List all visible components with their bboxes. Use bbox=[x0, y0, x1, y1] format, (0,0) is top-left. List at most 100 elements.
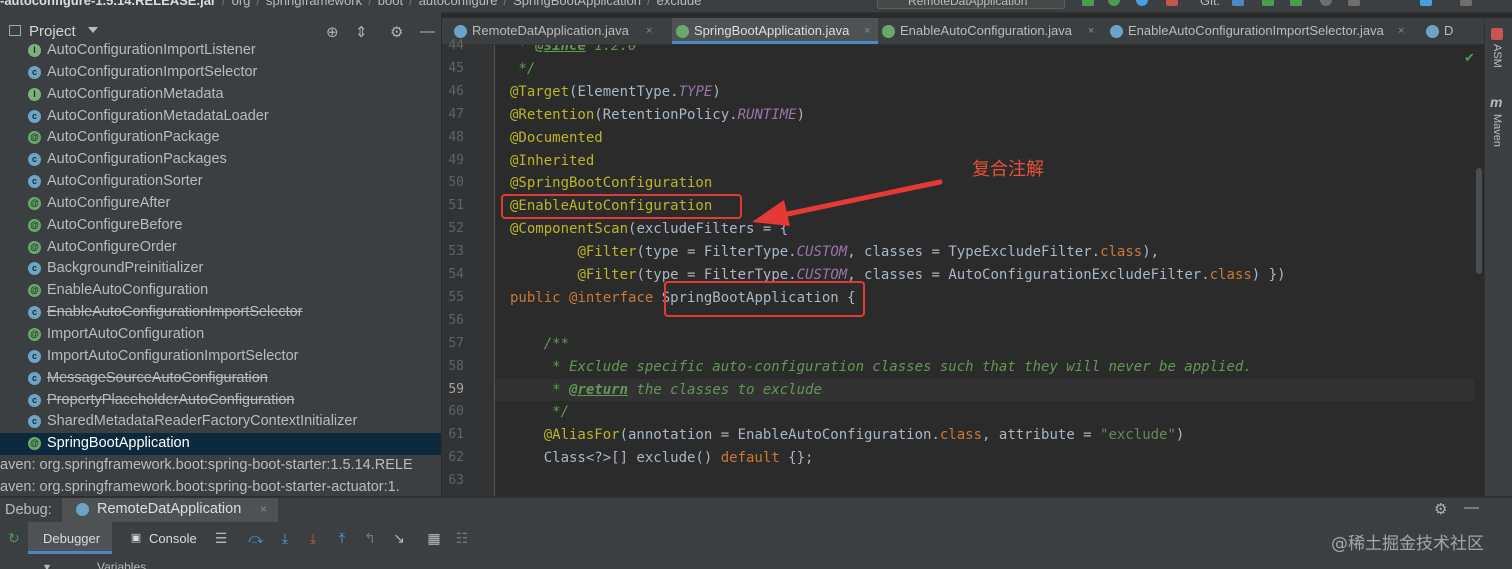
rollback-icon[interactable] bbox=[1348, 0, 1360, 6]
gear-icon[interactable]: ⚙ bbox=[1434, 500, 1447, 518]
tree-item[interactable]: @ AutoConfigurationPackage bbox=[0, 127, 441, 149]
coverage-icon[interactable] bbox=[1136, 0, 1148, 6]
run-to-cursor-icon[interactable]: ↘ bbox=[391, 530, 407, 546]
close-icon[interactable]: × bbox=[646, 18, 652, 44]
line-number: 59 bbox=[448, 381, 464, 397]
asm-icon[interactable] bbox=[1491, 28, 1503, 40]
tree-item[interactable]: c PropertyPlaceholderAutoConfiguration bbox=[0, 390, 441, 412]
tree-item[interactable]: c AutoConfigurationImportSelector bbox=[0, 62, 441, 84]
code-line[interactable]: @Inherited bbox=[510, 150, 594, 172]
tree-item[interactable]: I AutoConfigurationImportListener bbox=[0, 40, 441, 62]
debug-icon[interactable] bbox=[1108, 0, 1120, 6]
editor-tab-label: EnableAutoConfigurationImportSelector.ja… bbox=[1128, 23, 1384, 38]
close-icon[interactable]: × bbox=[1088, 18, 1094, 44]
tree-item[interactable]: @ EnableAutoConfiguration bbox=[0, 280, 441, 302]
vcs-push-icon[interactable] bbox=[1290, 0, 1302, 6]
library-item[interactable]: aven: org.springframework.boot:spring-bo… bbox=[0, 455, 441, 477]
code-line[interactable]: @Retention(RetentionPolicy.RUNTIME) bbox=[510, 104, 805, 126]
debug-session-tab[interactable]: RemoteDatApplication × bbox=[62, 498, 278, 522]
scrollbar-thumb[interactable] bbox=[1476, 168, 1482, 274]
code-line[interactable]: * Exclude specific auto-configuration cl… bbox=[510, 356, 1252, 378]
code-line[interactable]: Class<?>[] exclude() default {}; bbox=[510, 447, 814, 469]
step-over-icon[interactable]: ⤓ bbox=[277, 530, 293, 546]
code-line[interactable]: * @since 1.2.0 bbox=[510, 45, 636, 57]
tree-item-label: MessageSourceAutoConfiguration bbox=[47, 369, 268, 386]
code-line[interactable]: /** bbox=[510, 333, 569, 355]
editor-tab[interactable]: EnableAutoConfigurationImportSelector.ja… bbox=[1106, 18, 1412, 44]
editor-tab[interactable]: EnableAutoConfiguration.java × bbox=[878, 18, 1102, 44]
history-icon[interactable] bbox=[1320, 0, 1332, 6]
drop-frame-icon[interactable]: ↰ bbox=[362, 530, 378, 546]
collapse-all-icon[interactable]: ⇕ bbox=[355, 23, 368, 41]
maven-tool-button[interactable]: Maven bbox=[1491, 114, 1503, 147]
locate-icon[interactable]: ⊕ bbox=[326, 23, 339, 41]
editor-tab[interactable]: SpringBootApplication.java × bbox=[672, 18, 878, 44]
code-line[interactable]: * @return the classes to exclude bbox=[495, 378, 1475, 401]
tree-item[interactable]: c MessageSourceAutoConfiguration bbox=[0, 368, 441, 390]
code-line[interactable]: @Target(ElementType.TYPE) bbox=[510, 81, 721, 103]
editor-tab[interactable]: D bbox=[1422, 18, 1462, 44]
code-line[interactable]: @SpringBootConfiguration bbox=[510, 172, 712, 194]
breadcrumb-item[interactable]: boot bbox=[378, 0, 403, 8]
inspection-ok-icon[interactable]: ✔ bbox=[1464, 50, 1475, 66]
code-token: * bbox=[510, 45, 536, 54]
library-item[interactable]: aven: org.springframework.boot:spring-bo… bbox=[0, 477, 441, 496]
tree-item[interactable]: @ ImportAutoConfiguration bbox=[0, 324, 441, 346]
asm-tool-button[interactable]: ASM bbox=[1491, 44, 1503, 68]
debug-panel-content: ▾ Variables bbox=[0, 554, 1512, 569]
code-line[interactable]: @Documented bbox=[510, 127, 603, 149]
tree-item[interactable]: I AutoConfigurationMetadata bbox=[0, 84, 441, 106]
minimize-icon[interactable]: — bbox=[420, 23, 435, 40]
tree-item[interactable]: @ AutoConfigureAfter bbox=[0, 193, 441, 215]
vcs-commit-icon[interactable] bbox=[1262, 0, 1274, 6]
tree-item[interactable]: c AutoConfigurationPackages bbox=[0, 149, 441, 171]
step-out-icon[interactable]: ⤒ bbox=[334, 530, 350, 546]
gear-icon[interactable]: ⚙ bbox=[390, 23, 403, 41]
run-configuration-select[interactable]: RemoteDatApplication bbox=[877, 0, 1065, 9]
run-icon[interactable] bbox=[1082, 0, 1094, 6]
breadcrumb-item[interactable]: -autoconfigure-1.5.14.RELEASE.jar bbox=[0, 0, 216, 8]
editor-tab-label: RemoteDatApplication.java bbox=[472, 23, 629, 38]
close-icon[interactable]: × bbox=[260, 502, 267, 516]
tree-item[interactable]: c BackgroundPreinitializer bbox=[0, 258, 441, 280]
menu-lines-icon[interactable]: ☰ bbox=[213, 530, 229, 546]
tab-console[interactable]: Console bbox=[149, 531, 197, 546]
tree-item[interactable]: @ SpringBootApplication bbox=[0, 433, 441, 456]
trace-icon[interactable]: ☷ bbox=[454, 530, 470, 546]
step-into-icon[interactable]: ⤓ bbox=[305, 530, 321, 546]
code-line[interactable]: @AliasFor(annotation = EnableAutoConfigu… bbox=[510, 424, 1185, 446]
chevron-down-icon[interactable] bbox=[88, 27, 98, 33]
close-icon[interactable]: × bbox=[1398, 18, 1404, 44]
close-icon[interactable]: × bbox=[864, 18, 870, 44]
breadcrumb-item[interactable]: autoconfigure bbox=[419, 0, 498, 8]
tree-item[interactable]: @ AutoConfigureOrder bbox=[0, 237, 441, 259]
tree-item[interactable]: c AutoConfigurationSorter bbox=[0, 171, 441, 193]
tree-item[interactable]: c SharedMetadataReaderFactoryContextIniti… bbox=[0, 411, 441, 433]
code-line[interactable]: */ bbox=[510, 401, 569, 423]
breadcrumb-item[interactable]: org bbox=[232, 0, 251, 8]
vcs-update-icon[interactable] bbox=[1232, 0, 1244, 6]
minimize-icon[interactable]: — bbox=[1464, 499, 1479, 516]
debug-session-label: RemoteDatApplication bbox=[97, 501, 242, 517]
project-panel-title[interactable]: Project bbox=[29, 23, 76, 40]
code-line[interactable]: @Filter(type = FilterType.CUSTOM, classe… bbox=[510, 241, 1159, 263]
breadcrumb-item[interactable]: SpringBootApplication bbox=[513, 0, 641, 8]
code-line[interactable]: @Filter(type = FilterType.CUSTOM, classe… bbox=[510, 264, 1285, 286]
breadcrumb-item[interactable]: springframework bbox=[266, 0, 362, 8]
frames-icon[interactable]: ▾ bbox=[44, 560, 50, 569]
code-editor[interactable]: * @since 1.2.0 */ @Target(ElementType.TYP… bbox=[495, 45, 1475, 496]
breadcrumb-item[interactable]: exclude bbox=[657, 0, 702, 8]
tree-item[interactable]: c AutoConfigurationMetadataLoader bbox=[0, 106, 441, 128]
rerun-icon[interactable]: ↻ bbox=[6, 530, 22, 546]
show-execution-point-icon[interactable]: ⤼ bbox=[248, 530, 264, 546]
editor-tab[interactable]: RemoteDatApplication.java × bbox=[450, 18, 660, 44]
stop-icon[interactable] bbox=[1166, 0, 1178, 6]
translate-icon[interactable] bbox=[1420, 0, 1432, 6]
tree-item[interactable]: @ AutoConfigureBefore bbox=[0, 215, 441, 237]
tree-item[interactable]: c ImportAutoConfigurationImportSelector bbox=[0, 346, 441, 368]
tree-item[interactable]: c EnableAutoConfigurationImportSelector bbox=[0, 302, 441, 324]
evaluate-icon[interactable]: ▦ bbox=[426, 530, 442, 546]
code-line[interactable]: */ bbox=[510, 58, 535, 80]
search-everywhere-icon[interactable] bbox=[1460, 0, 1472, 6]
code-token: * Exclude specific auto-configuration cl… bbox=[510, 358, 1252, 375]
